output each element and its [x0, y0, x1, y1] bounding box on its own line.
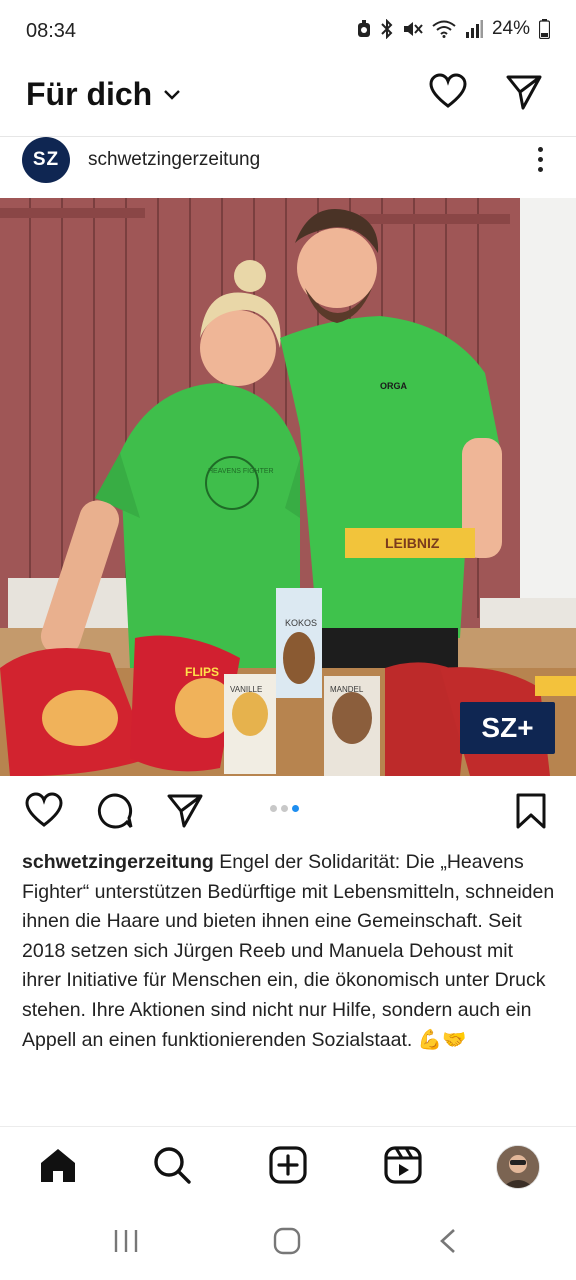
carousel-dot: [281, 805, 288, 812]
profile-avatar[interactable]: [496, 1145, 540, 1189]
comment-icon[interactable]: [96, 792, 134, 830]
feed-selector[interactable]: Für dich: [26, 76, 181, 113]
recent-apps-icon[interactable]: [112, 1228, 140, 1254]
package-label-mandel: MANDEL: [330, 685, 364, 694]
alarm-icon: [357, 20, 370, 37]
status-bar: 08:34 24%: [0, 0, 576, 62]
caption-text: Engel der Solidarität: Die „Heavens Figh…: [22, 851, 555, 1051]
send-icon[interactable]: [504, 72, 544, 112]
post-caption: schwetzingerzeitung Engel der Solidaritä…: [22, 848, 556, 1055]
battery-icon: [539, 19, 550, 39]
biscuit-label: LEIBNIZ: [385, 535, 440, 551]
post-header: SZ schwetzingerzeitung: [0, 137, 576, 197]
home-icon[interactable]: [38, 1145, 78, 1185]
feed-header: Für dich: [0, 62, 576, 137]
carousel-dot: [270, 805, 277, 812]
caption-username[interactable]: schwetzingerzeitung: [22, 851, 214, 873]
bottom-navigation: [0, 1126, 576, 1207]
package-label-kokos: KOKOS: [285, 618, 317, 628]
create-icon[interactable]: [268, 1145, 308, 1185]
signal-icon: [465, 20, 483, 38]
chevron-down-icon: [164, 89, 181, 100]
chips-label: FLIPS: [185, 665, 219, 679]
account-avatar[interactable]: SZ: [22, 137, 70, 183]
account-name[interactable]: schwetzingerzeitung: [88, 149, 260, 171]
battery-percent: 24%: [491, 18, 530, 39]
system-navigation: [0, 1206, 576, 1280]
carousel-dot-active: [292, 805, 299, 812]
shirt-text-orga: ORGA: [380, 381, 408, 391]
sz-plus-badge: SZ+: [460, 702, 555, 754]
package-label-vanille: VANILLE: [230, 685, 262, 694]
shirt-text-heavens: HEAVENS FIGHTER: [208, 468, 274, 475]
photo-scene: ORGA HEAVENS FIGHTER LEIBNIZ KOKOS VANIL…: [0, 198, 576, 776]
mute-icon: [403, 22, 423, 36]
heart-icon[interactable]: [428, 72, 468, 112]
caption-emojis: 💪🤝: [417, 1028, 467, 1051]
save-icon[interactable]: [514, 792, 548, 830]
post-actions: [0, 786, 576, 836]
reels-icon[interactable]: [383, 1145, 423, 1185]
wifi-icon: [432, 20, 456, 38]
like-icon[interactable]: [24, 792, 64, 830]
more-options-icon[interactable]: [530, 143, 550, 177]
feed-title: Für dich: [26, 76, 153, 112]
bluetooth-icon: [381, 19, 393, 39]
share-icon[interactable]: [166, 792, 204, 830]
carousel-indicator: [270, 805, 299, 812]
status-time: 08:34: [26, 20, 77, 42]
post-image[interactable]: ORGA HEAVENS FIGHTER LEIBNIZ KOKOS VANIL…: [0, 198, 576, 776]
status-icons: 24%: [357, 18, 550, 40]
back-icon[interactable]: [438, 1228, 458, 1254]
search-icon[interactable]: [152, 1145, 192, 1185]
home-button-icon[interactable]: [273, 1227, 301, 1255]
